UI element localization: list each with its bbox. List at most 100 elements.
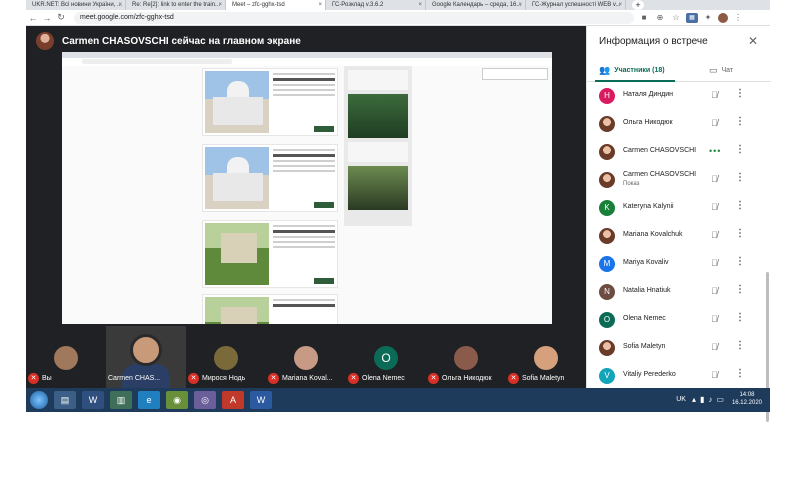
mic-off-icon: 🎙̸ [711,258,718,268]
mic-off-icon: ✕ [268,372,279,384]
participant-avatar [454,346,478,370]
browser-tab-strip: UKR.NET: Всі новини України, ... × Re: Re… [26,0,770,10]
participant-row[interactable]: M Mariya Kovaliv 🎙̸ ⋮ [587,250,765,278]
thumbnail[interactable]: ✕ Sofia Maletyn [506,326,586,388]
participant-row[interactable]: V Vitaliy Perederko 🎙̸ ⋮ [587,362,765,390]
browser-menu-icon[interactable]: ⋮ [732,13,744,23]
more-options-icon[interactable]: ⋮ [735,228,745,239]
profile-avatar[interactable] [718,12,728,23]
mic-off-icon: 🎙̸ [711,174,718,184]
browser-tab[interactable]: Google Календарь – среда, 16... × [426,0,526,10]
more-options-icon[interactable]: ⋮ [735,256,745,267]
participant-row[interactable]: Carmen CHASOVSCHI Показ 🎙̸ ⋮ [587,166,765,194]
volume-icon[interactable]: ♪ [708,395,712,404]
screen: UKR.NET: Всі новини України, ... × Re: Re… [26,0,771,422]
thumbnail-name: Carmen CHAS... [108,374,161,382]
presenter-bar: Carmen CHASOVSCHI сейчас на главном экра… [36,31,301,51]
more-options-icon[interactable]: ⋮ [735,368,745,379]
speaking-indicator-icon: ••• [709,146,722,156]
mic-off-icon: 🎙̸ [711,342,718,352]
more-options-icon[interactable]: ⋮ [735,88,745,99]
pdf-icon[interactable]: A [222,391,244,409]
participant-avatar: N [599,284,615,300]
close-tab-icon[interactable]: × [318,0,322,10]
camera-icon[interactable]: ■ [638,13,650,23]
participant-avatar: O [599,312,615,328]
tab-chat[interactable]: ▭ Чат [709,65,733,76]
thumbnail-self[interactable]: ✕ Вы [26,326,106,388]
more-options-icon[interactable]: ⋮ [735,284,745,295]
system-tray: UK ▴ ▮ ♪ ▭ 14:08 16.12.2020 [676,391,762,407]
tray-arrow-icon[interactable]: ▴ [692,395,696,404]
extension-icon[interactable]: ▦ [686,12,698,23]
participant-avatar [599,144,615,160]
close-tab-icon[interactable]: × [418,0,422,10]
participant-row[interactable]: Sofia Maletyn 🎙̸ ⋮ [587,334,765,362]
participant-avatar: V [599,368,615,384]
more-options-icon[interactable]: ⋮ [735,172,745,183]
close-tab-icon[interactable]: × [618,0,622,10]
mic-off-icon: 🎙̸ [711,202,718,212]
language-indicator[interactable]: UK [676,396,686,403]
mic-off-icon: 🎙̸ [711,286,718,296]
notification-icon[interactable]: ▭ [716,395,724,404]
reload-icon[interactable]: ↻ [54,12,68,23]
tab-label: ГС-Розклад v.3.6.2 [332,2,384,8]
clock[interactable]: 14:08 16.12.2020 [732,391,762,407]
close-icon[interactable]: ✕ [748,34,758,48]
browser-tab[interactable]: Re: Re[2]: link to enter the train... × [126,0,226,10]
new-tab-button[interactable]: + [632,0,644,10]
notes-icon[interactable]: ▥ [110,391,132,409]
close-tab-icon[interactable]: × [118,0,122,10]
zoom-icon[interactable]: ⊕ [654,13,666,23]
participant-row[interactable]: Mariana Kovalchuk 🎙̸ ⋮ [587,222,765,250]
participant-row[interactable]: O Olena Nemec 🎙̸ ⋮ [587,306,765,334]
shared-card [202,220,338,288]
close-tab-icon[interactable]: × [218,0,222,10]
thumbnail[interactable]: ✕ Мироcя Нодь [186,326,266,388]
participant-row[interactable]: K Kateryna Kalynii 🎙̸ ⋮ [587,194,765,222]
thumbnail-video[interactable]: Carmen CHAS... [106,326,186,388]
media-icon[interactable]: ◎ [194,391,216,409]
participant-avatar: M [599,256,615,272]
thumbnail-name: Ольга Никодюк [442,374,492,382]
participant-video [130,334,162,366]
edge-icon[interactable]: e [138,391,160,409]
start-button[interactable] [30,391,48,409]
word-doc-icon[interactable]: W [250,391,272,409]
file-explorer-icon[interactable]: ▤ [54,391,76,409]
participant-row[interactable]: N Natalia Hnatiuk 🎙̸ ⋮ [587,278,765,306]
thumbnail[interactable]: O ✕ Olena Nemec [346,326,426,388]
close-tab-icon[interactable]: × [518,0,522,10]
browser-tab[interactable]: ГС-Журнал успешності WEB v... × [526,0,626,10]
browser-tab-active[interactable]: Meet – zfc-gghx-tsd × [226,0,326,10]
more-options-icon[interactable]: ⋮ [735,116,745,127]
extensions-puzzle-icon[interactable]: ✦ [702,13,714,23]
more-options-icon[interactable]: ⋮ [735,340,745,351]
chat-icon: ▭ [709,65,718,75]
browser-tab[interactable]: ГС-Розклад v.3.6.2 × [326,0,426,10]
back-icon[interactable]: ← [26,13,40,23]
mic-off-icon: ✕ [348,372,359,384]
participant-row[interactable]: Ольга Никодюк 🎙̸ ⋮ [587,110,765,138]
chrome-icon[interactable]: ◉ [166,391,188,409]
more-options-icon[interactable]: ⋮ [735,312,745,323]
bookmark-star-icon[interactable]: ☆ [670,13,682,23]
thumbnail-name: Olena Nemec [362,374,405,382]
tab-label: Meet – zfc-gghx-tsd [232,2,285,8]
participant-name: Carmen CHASOVSCHI [623,171,697,178]
tab-participants[interactable]: 👥 Участники (18) [599,65,665,76]
forward-icon[interactable]: → [40,13,54,23]
more-options-icon[interactable]: ⋮ [735,144,745,155]
thumbnail[interactable]: ✕ Ольга Никодюк [426,326,506,388]
thumbnail[interactable]: ✕ Mariana Koval... [266,326,346,388]
mic-off-icon: 🎙̸ [711,314,718,324]
word-icon[interactable]: W [82,391,104,409]
mic-off-icon: 🎙̸ [711,90,718,100]
url-input[interactable]: meet.google.com/zfc-gghx-tsd [74,11,634,24]
more-options-icon[interactable]: ⋮ [735,200,745,211]
participant-row[interactable]: Н Наталя Диндин 🎙̸ ⋮ [587,82,765,110]
browser-tab[interactable]: UKR.NET: Всі новини України, ... × [26,0,126,10]
participant-row[interactable]: Carmen CHASOVSCHI ••• ⋮ [587,138,765,166]
network-icon[interactable]: ▮ [700,395,704,404]
